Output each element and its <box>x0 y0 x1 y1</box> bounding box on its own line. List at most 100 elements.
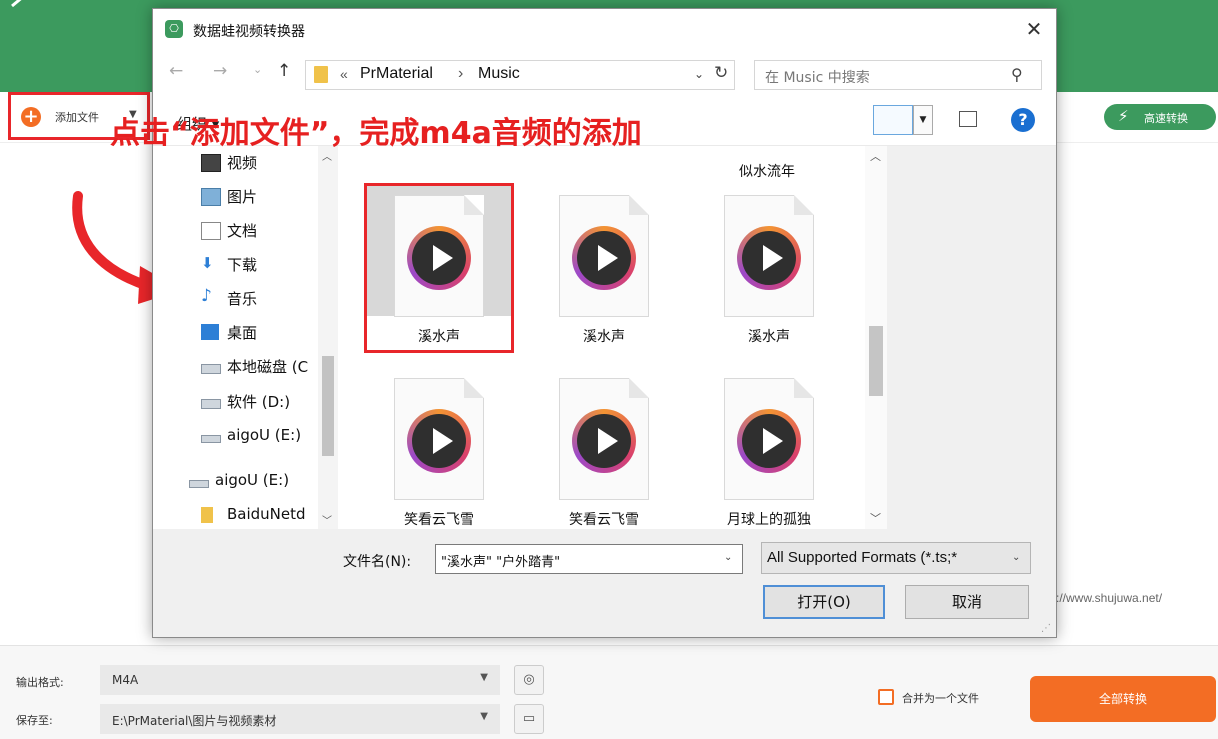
recent-dropdown-icon[interactable]: ⌄ <box>253 63 262 76</box>
breadcrumb-music[interactable]: Music <box>478 65 520 83</box>
fast-convert-label: 高速转换 <box>1144 112 1188 125</box>
file-item[interactable]: 溪水声 <box>529 183 679 353</box>
file-item[interactable]: 溪水声 <box>364 183 514 353</box>
filename-value: "溪水声" "户外踏青" <box>441 555 561 570</box>
dialog-title: 数据蛙视频转换器 <box>193 24 305 40</box>
format-settings-icon[interactable]: ◎ <box>514 665 544 695</box>
forward-icon[interactable]: → <box>213 61 227 81</box>
play-icon <box>407 409 471 473</box>
convert-all-button[interactable]: 全部转换 <box>1030 676 1216 722</box>
play-triangle <box>433 245 453 271</box>
file-item[interactable]: 月球上的孤独 <box>694 366 844 529</box>
output-format-select[interactable]: M4A ▼ <box>100 665 500 695</box>
chevron-down-icon[interactable]: ﹀ <box>870 510 881 526</box>
file-item[interactable]: 溪水声 <box>694 183 844 353</box>
merge-checkbox[interactable] <box>878 689 894 705</box>
lightning-icon: ⚡ <box>1118 107 1129 125</box>
play-icon-inner <box>412 231 466 285</box>
filename-input[interactable]: "溪水声" "户外踏青" ⌄ <box>435 544 743 574</box>
merge-label: 合并为一个文件 <box>902 692 979 705</box>
file-item[interactable]: 笑看云飞雪 <box>364 366 514 529</box>
open-button[interactable]: 打开(O) <box>763 585 885 619</box>
file-name: 笑看云飞雪 <box>404 512 474 528</box>
file-name-partial[interactable]: 似水流年 <box>739 161 795 181</box>
address-bar[interactable]: « PrMaterial › Music ⌄ ↻ <box>305 60 735 90</box>
caret-down-icon[interactable]: ▼ <box>913 105 933 135</box>
chevron-down-icon[interactable]: ⌄ <box>724 552 732 563</box>
page-fold <box>794 195 814 215</box>
search-icon: ⚲ <box>1011 65 1023 84</box>
plus-icon: + <box>21 107 41 127</box>
file-type-value: All Supported Formats (*.ts;* <box>767 549 958 566</box>
open-folder-icon[interactable]: ▭ <box>514 704 544 734</box>
overflow-chevron-icon[interactable]: « <box>340 66 348 82</box>
save-to-field[interactable]: E:\PrMaterial\图片与视频素材 ▼ <box>100 704 500 734</box>
scrollbar-thumb[interactable] <box>322 356 334 456</box>
search-placeholder: 在 Music 中搜索 <box>765 70 870 86</box>
usb-drive-icon <box>189 480 209 488</box>
audio-file-icon <box>394 195 484 317</box>
cancel-button[interactable]: 取消 <box>905 585 1029 619</box>
nav-item-label: BaiduNetd <box>227 505 306 523</box>
file-name: 溪水声 <box>418 329 460 345</box>
play-icon-inner <box>577 414 631 468</box>
chevron-up-icon[interactable]: ︿ <box>870 148 881 164</box>
nav-item-label: 文档 <box>227 222 258 240</box>
website-url: s://www.shujuwa.net/ <box>1050 591 1163 605</box>
search-input[interactable]: 在 Music 中搜索 ⚲ <box>754 60 1042 90</box>
nav-scrollbar[interactable]: ︿ ﹀ <box>318 146 338 529</box>
help-icon[interactable]: ? <box>1011 108 1035 132</box>
add-file-label: 添加文件 <box>55 111 99 124</box>
chevron-down-icon[interactable]: ﹀ <box>322 512 332 527</box>
audio-file-icon <box>724 378 814 500</box>
resize-grip-icon[interactable]: ⋰ <box>1041 623 1051 634</box>
view-button[interactable]: ▼ <box>873 105 933 137</box>
nav-item-label: aigoU (E:) <box>215 471 290 489</box>
back-icon[interactable]: ← <box>169 61 183 81</box>
chevron-down-icon[interactable]: ⌄ <box>694 67 704 81</box>
view-icon[interactable] <box>873 105 913 135</box>
video-icon <box>201 154 221 172</box>
usb-drive-icon <box>201 435 221 443</box>
folder-icon <box>201 507 213 523</box>
music-icon: ♪ <box>201 286 212 306</box>
play-triangle <box>598 245 618 271</box>
nav-item-label: 桌面 <box>227 324 258 342</box>
dialog-titlebar: ⎔ 数据蛙视频转换器 ✕ <box>153 9 1056 49</box>
play-triangle <box>763 245 783 271</box>
page-fold <box>464 378 484 398</box>
app-logo-icon <box>11 0 22 8</box>
file-pane: 似水流年 溪水声 溪水声 溪水声 笑看云飞雪 笑看云飞雪 月球上的孤独 <box>339 146 887 529</box>
preview-pane-icon[interactable] <box>959 111 977 127</box>
close-icon[interactable]: ✕ <box>1019 15 1049 43</box>
file-type-select[interactable]: All Supported Formats (*.ts;* ⌄ <box>761 542 1031 574</box>
play-triangle <box>433 428 453 454</box>
nav-item-label: 音乐 <box>227 290 258 308</box>
caret-down-icon: ▼ <box>480 711 488 722</box>
audio-file-icon <box>394 378 484 500</box>
nav-item-label: 图片 <box>227 188 258 206</box>
file-item[interactable]: 笑看云飞雪 <box>529 366 679 529</box>
breadcrumb-separator-icon[interactable]: › <box>458 65 463 83</box>
breadcrumb-prmaterial[interactable]: PrMaterial <box>360 65 433 83</box>
refresh-icon[interactable]: ↻ <box>714 63 728 83</box>
navigation-pane: 视频 图片 文档 ⬇ 下载 ♪ 音乐 桌面 本地磁盘 (C 软件 (D:) aigoU (E:) ai… <box>153 146 339 529</box>
file-name: 月球上的孤独 <box>727 512 811 528</box>
page-fold <box>629 378 649 398</box>
app-icon: ⎔ <box>165 20 183 38</box>
page-fold <box>629 195 649 215</box>
fast-convert-button[interactable]: ⚡ 高速转换 <box>1104 104 1216 130</box>
play-icon <box>572 409 636 473</box>
file-name: 笑看云飞雪 <box>569 512 639 528</box>
play-icon <box>737 409 801 473</box>
download-icon: ⬇ <box>201 254 214 272</box>
scrollbar-thumb[interactable] <box>869 326 883 396</box>
dialog-navbar: ← → ⌄ ↑ « PrMaterial › Music ⌄ ↻ 在 Music… <box>153 49 1056 99</box>
caret-down-icon: ▼ <box>480 672 488 683</box>
folder-icon <box>314 66 328 83</box>
play-triangle <box>598 428 618 454</box>
file-scrollbar[interactable]: ︿ ﹀ <box>865 146 887 529</box>
open-file-dialog: ⎔ 数据蛙视频转换器 ✕ ← → ⌄ ↑ « PrMaterial › Musi… <box>152 8 1057 638</box>
drive-icon <box>201 399 221 409</box>
up-icon[interactable]: ↑ <box>277 61 291 81</box>
